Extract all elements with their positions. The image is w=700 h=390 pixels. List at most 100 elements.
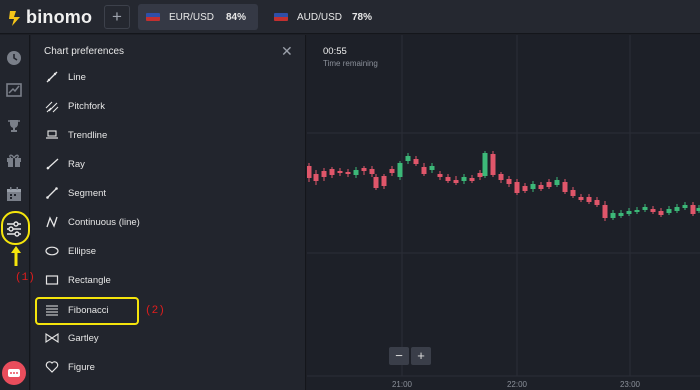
calendar-icon[interactable]	[5, 185, 23, 203]
timer-value: 00:55	[323, 46, 347, 57]
candle-body	[578, 197, 584, 200]
tool-line[interactable]: Line	[45, 68, 86, 86]
clock-icon[interactable]	[5, 49, 23, 67]
candle-body	[682, 205, 688, 208]
tool-rectangle[interactable]: Rectangle	[45, 271, 111, 289]
tool-label: Ray	[68, 158, 85, 170]
candle-body	[477, 173, 483, 177]
highlight-circle	[1, 211, 30, 245]
close-icon[interactable]: ✕	[281, 43, 293, 60]
candle-body	[361, 168, 367, 171]
tool-label: Figure	[68, 361, 95, 373]
candle-body	[313, 174, 319, 181]
panel-title: Chart preferences	[44, 46, 125, 57]
rectangle-icon	[45, 273, 59, 287]
candle-body	[321, 171, 327, 177]
tool-label: Rectangle	[68, 274, 111, 286]
candle-body	[546, 182, 552, 187]
candle-body	[530, 184, 536, 189]
trendline-icon	[45, 128, 59, 142]
time-tick-label: 22:00	[507, 380, 528, 389]
asset-tab-eurusd[interactable]: EUR/USD 84%	[138, 4, 258, 30]
arrow-up-icon	[10, 245, 22, 272]
zoom-out-button[interactable]: −	[389, 347, 409, 365]
tool-label: Trendline	[68, 129, 108, 141]
pitchfork-icon	[45, 99, 59, 113]
chart-preferences-panel: Chart preferences ✕ Line Pitchfork Trend…	[31, 35, 306, 390]
candle-body	[554, 180, 560, 185]
tool-label: Segment	[68, 187, 107, 199]
ellipse-icon	[45, 244, 59, 258]
ray-icon	[45, 157, 59, 171]
chat-button[interactable]	[2, 361, 26, 385]
candle-body	[594, 200, 600, 205]
tool-label: Pitchfork	[68, 100, 105, 112]
timer-label: Time remaining	[323, 59, 378, 68]
candle-body	[469, 178, 475, 181]
candle-body	[626, 211, 632, 214]
gartley-icon	[45, 331, 59, 345]
highlight-box	[35, 297, 139, 325]
candle-body	[618, 213, 624, 216]
candle-body	[522, 186, 528, 191]
candle-body	[329, 169, 335, 175]
candle-body	[405, 156, 411, 161]
candle-body	[381, 176, 387, 186]
candle-body	[429, 166, 435, 170]
candle-body	[345, 172, 351, 174]
binomo-logo-icon	[8, 9, 22, 27]
candle-body	[514, 182, 520, 193]
time-tick-label: 23:00	[620, 380, 641, 389]
tool-label: Line	[68, 71, 86, 83]
candle-body	[650, 209, 656, 212]
candle-body	[538, 185, 544, 189]
zoom-controls: − +	[389, 347, 431, 365]
candle-body	[482, 153, 488, 176]
candle-body	[490, 154, 496, 175]
tool-segment[interactable]: Segment	[45, 184, 106, 202]
candle-body	[602, 205, 608, 218]
asset-name: AUD/USD	[297, 11, 343, 23]
candle-body	[634, 210, 640, 212]
continuous-line-icon	[45, 215, 59, 229]
tool-gartley[interactable]: Gartley	[45, 329, 99, 347]
segment-icon	[45, 186, 59, 200]
candle-body	[397, 163, 403, 177]
candle-body	[586, 197, 592, 202]
candle-body	[337, 171, 343, 173]
tool-label: Continuous (line)	[68, 216, 140, 228]
top-bar: binomo + EUR/USD 84% AUD/USD 78%	[0, 0, 700, 34]
tool-label: Gartley	[68, 332, 99, 344]
candlestick-chart: 21:00 22:00 23:00	[307, 35, 700, 389]
candle-body	[413, 159, 419, 164]
candle-body	[389, 169, 395, 173]
tool-ray[interactable]: Ray	[45, 155, 85, 173]
annotation-label-2: (2)	[145, 305, 165, 317]
chart-trend-icon[interactable]	[5, 81, 23, 99]
line-icon	[45, 70, 59, 84]
gift-icon[interactable]	[5, 151, 23, 169]
tool-continuous-line[interactable]: Continuous (line)	[45, 213, 140, 231]
candle-body	[666, 209, 672, 213]
tool-ellipse[interactable]: Ellipse	[45, 242, 96, 260]
candle-body	[498, 174, 504, 180]
flag-icon	[146, 13, 160, 21]
candle-body	[674, 207, 680, 211]
candle-body	[658, 211, 664, 215]
add-asset-button[interactable]: +	[104, 5, 130, 29]
logo-text: binomo	[26, 7, 93, 27]
candle-body	[461, 177, 467, 181]
candle-body	[642, 207, 648, 210]
price-chart[interactable]: 21:00 22:00 23:00 00:55 Time remaining − +	[307, 35, 700, 390]
zoom-in-button[interactable]: +	[411, 347, 431, 365]
trophy-icon[interactable]	[5, 117, 23, 135]
asset-tab-audusd[interactable]: AUD/USD 78%	[266, 4, 384, 30]
tool-pitchfork[interactable]: Pitchfork	[45, 97, 105, 115]
asset-payout: 84%	[225, 11, 246, 23]
tool-figure[interactable]: Figure	[45, 358, 95, 376]
asset-payout: 78%	[351, 11, 372, 23]
candle-body	[506, 179, 512, 184]
tool-trendline[interactable]: Trendline	[45, 126, 107, 144]
candle-body	[690, 205, 696, 214]
logo[interactable]: binomo	[8, 7, 92, 28]
